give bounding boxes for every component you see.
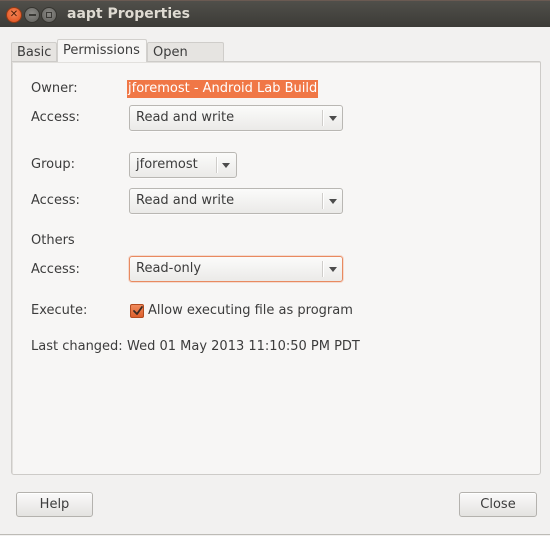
last-changed-label: Last changed: bbox=[31, 339, 123, 354]
group-access-label: Access: bbox=[31, 193, 80, 208]
chevron-down-icon bbox=[329, 199, 337, 204]
dropdown-separator bbox=[216, 157, 217, 173]
owner-value[interactable]: jforemost - Android Lab Build bbox=[127, 80, 319, 98]
minimize-icon bbox=[28, 14, 36, 16]
group-value: jforemost bbox=[136, 157, 198, 172]
allow-execute-checkbox[interactable] bbox=[130, 304, 144, 318]
others-access-dropdown[interactable]: Read-only bbox=[129, 256, 343, 282]
window-title: aapt Properties bbox=[67, 6, 191, 22]
group-dropdown[interactable]: jforemost bbox=[129, 152, 237, 178]
execute-label: Execute: bbox=[31, 303, 88, 318]
maximize-icon bbox=[46, 12, 52, 18]
owner-access-label: Access: bbox=[31, 110, 80, 125]
owner-label: Owner: bbox=[31, 81, 78, 96]
window-minimize-button[interactable] bbox=[24, 7, 40, 23]
others-access-value: Read-only bbox=[136, 261, 202, 276]
dropdown-separator bbox=[322, 193, 323, 209]
others-access-label: Access: bbox=[31, 262, 80, 277]
owner-access-dropdown[interactable]: Read and write bbox=[129, 105, 343, 131]
others-heading: Others bbox=[31, 233, 75, 248]
allow-execute-label[interactable]: Allow executing file as program bbox=[148, 303, 353, 318]
last-changed-value: Wed 01 May 2013 11:10:50 PM PDT bbox=[127, 339, 360, 354]
window-close-button[interactable]: ✕ bbox=[6, 7, 22, 23]
window-titlebar[interactable]: ✕ aapt Properties bbox=[0, 0, 550, 27]
close-button[interactable]: Close bbox=[459, 492, 537, 517]
chevron-down-icon bbox=[329, 267, 337, 272]
tab-basic[interactable]: Basic bbox=[11, 42, 57, 62]
group-label: Group: bbox=[31, 157, 75, 172]
tab-permissions[interactable]: Permissions bbox=[57, 39, 147, 62]
chevron-down-icon bbox=[329, 116, 337, 121]
owner-access-value: Read and write bbox=[136, 110, 235, 125]
chevron-down-icon bbox=[222, 163, 230, 168]
dropdown-separator bbox=[322, 110, 323, 126]
help-button[interactable]: Help bbox=[16, 492, 93, 517]
tab-open-with[interactable]: Open With bbox=[147, 42, 224, 75]
checkmark-icon bbox=[133, 306, 143, 315]
dropdown-separator bbox=[322, 261, 323, 277]
group-access-dropdown[interactable]: Read and write bbox=[129, 188, 343, 214]
window-maximize-button[interactable] bbox=[41, 7, 57, 23]
close-icon: ✕ bbox=[9, 9, 19, 20]
group-access-value: Read and write bbox=[136, 193, 235, 208]
